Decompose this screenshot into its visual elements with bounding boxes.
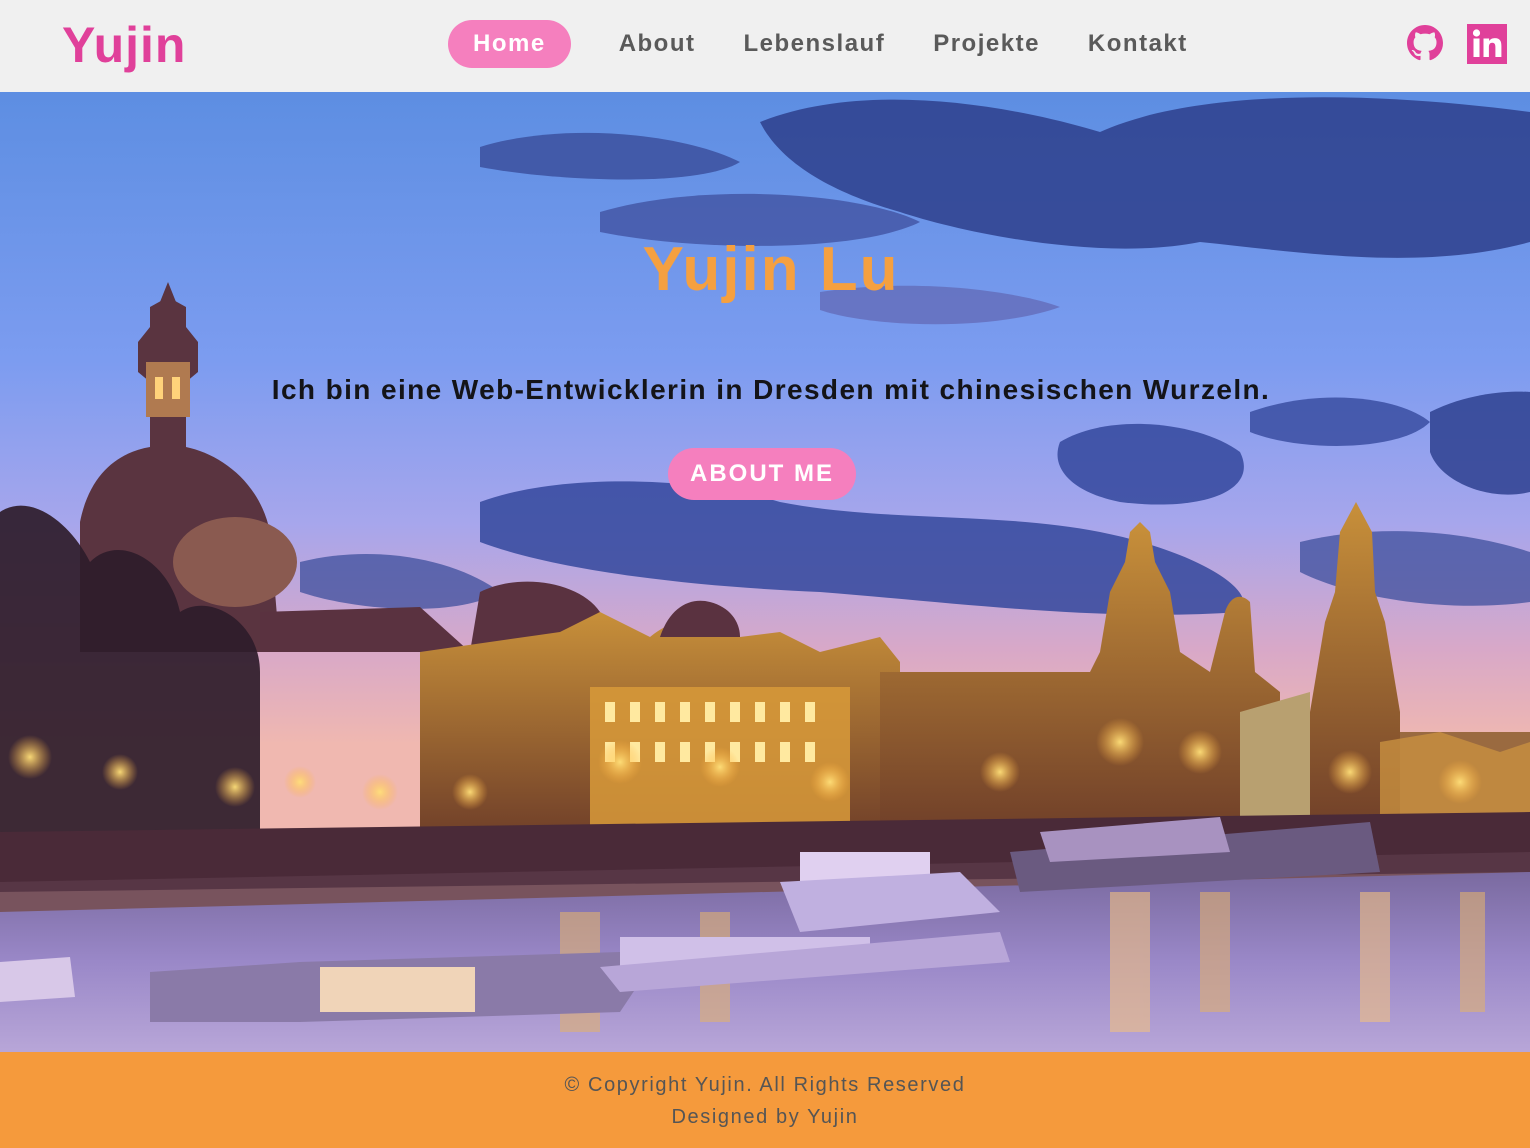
nav-item-home[interactable]: Home bbox=[448, 20, 571, 68]
main-nav: Home About Lebenslauf Projekte Kontakt bbox=[448, 20, 1236, 68]
nav-item-lebenslauf[interactable]: Lebenslauf bbox=[744, 20, 886, 68]
site-header: Yujin Home About Lebenslauf Projekte Kon… bbox=[0, 0, 1530, 92]
hero-subtitle: Ich bin eine Web-Entwicklerin in Dresden… bbox=[271, 374, 1271, 405]
site-footer: © Copyright Yujin. All Rights Reserved D… bbox=[0, 1052, 1530, 1148]
github-icon[interactable] bbox=[1407, 24, 1443, 62]
hero-title: Yujin Lu bbox=[642, 235, 900, 304]
nav-item-projekte[interactable]: Projekte bbox=[933, 20, 1040, 68]
nav-item-kontakt[interactable]: Kontakt bbox=[1088, 20, 1188, 68]
footer-designed-by: Designed by Yujin bbox=[671, 1106, 859, 1128]
nav-item-about[interactable]: About bbox=[619, 20, 696, 68]
footer-copyright: © Copyright Yujin. All Rights Reserved bbox=[564, 1074, 966, 1096]
site-logo[interactable]: Yujin bbox=[62, 16, 186, 74]
about-me-button[interactable]: ABOUT ME bbox=[668, 448, 856, 500]
linkedin-icon[interactable] bbox=[1467, 24, 1507, 64]
hero-section: Yujin Lu Ich bin eine Web-Entwicklerin i… bbox=[0, 92, 1530, 1052]
